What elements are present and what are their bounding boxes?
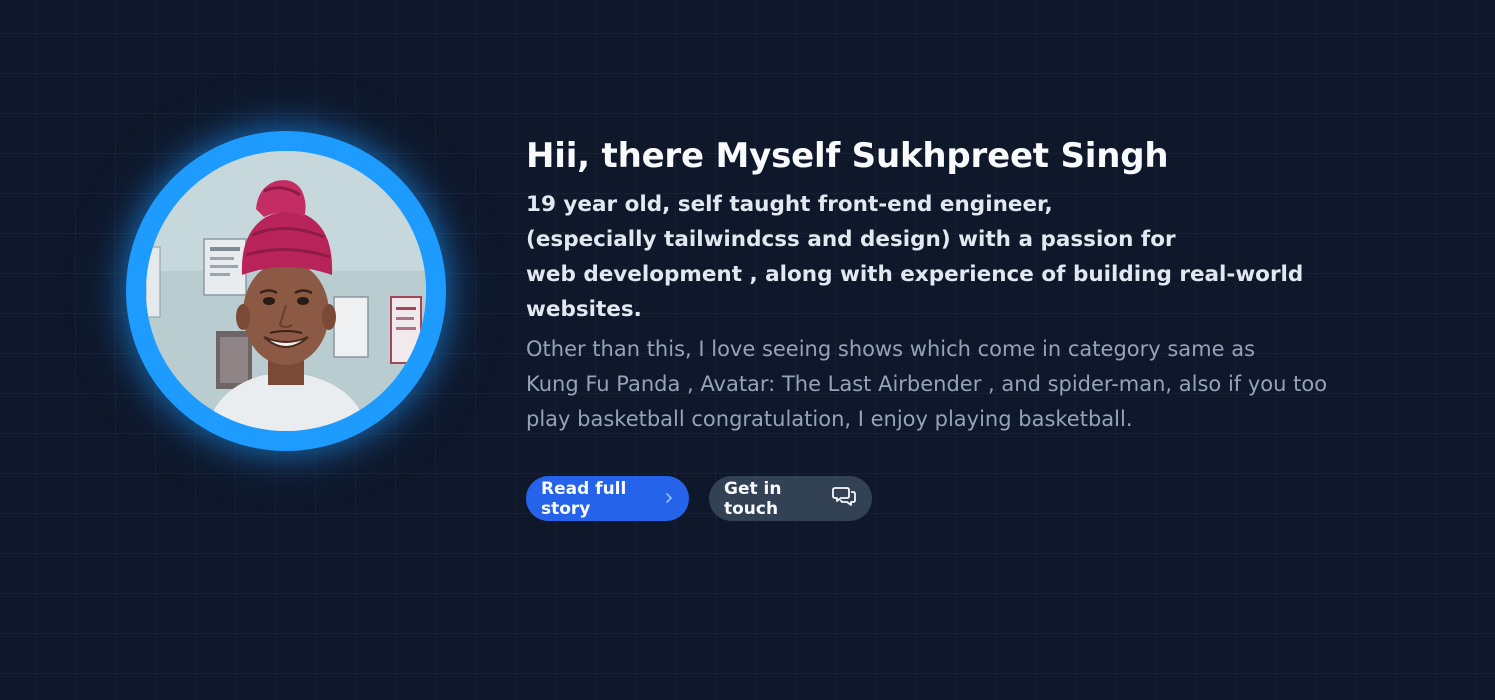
intro-line: web development , along with experience … [526, 262, 1304, 287]
get-in-touch-button[interactable]: Get in touch [709, 476, 872, 521]
about-line: Other than this, I love seeing shows whi… [526, 337, 1256, 361]
about-paragraph: Other than this, I love seeing shows whi… [526, 332, 1328, 437]
intro-paragraph: 19 year old, self taught front-end engin… [526, 187, 1326, 327]
intro-line: websites. [526, 297, 642, 322]
intro-line: 19 year old, self taught front-end engin… [526, 192, 1053, 217]
profile-photo [146, 151, 426, 431]
chevron-right-icon [665, 490, 673, 508]
about-line: play basketball congratulation, I enjoy … [526, 407, 1133, 431]
hero-section: Hii, there Myself Sukhpreet Singh 19 yea… [0, 0, 1495, 700]
intro-line: (especially tailwindcss and design) with… [526, 227, 1176, 252]
chat-bubbles-icon [832, 485, 856, 512]
intro-content: Hii, there Myself Sukhpreet Singh 19 yea… [526, 133, 1328, 437]
read-full-story-label: Read full story [541, 478, 627, 519]
hero-title: Hii, there Myself Sukhpreet Singh [526, 136, 1169, 176]
read-full-story-button[interactable]: Read full story [526, 476, 689, 521]
about-line: Kung Fu Panda , Avatar: The Last Airbend… [526, 372, 1328, 396]
hero-actions: Read full story Get in touch [526, 476, 872, 521]
profile-avatar-ring [126, 131, 446, 451]
get-in-touch-label: Get in touch [724, 478, 782, 519]
